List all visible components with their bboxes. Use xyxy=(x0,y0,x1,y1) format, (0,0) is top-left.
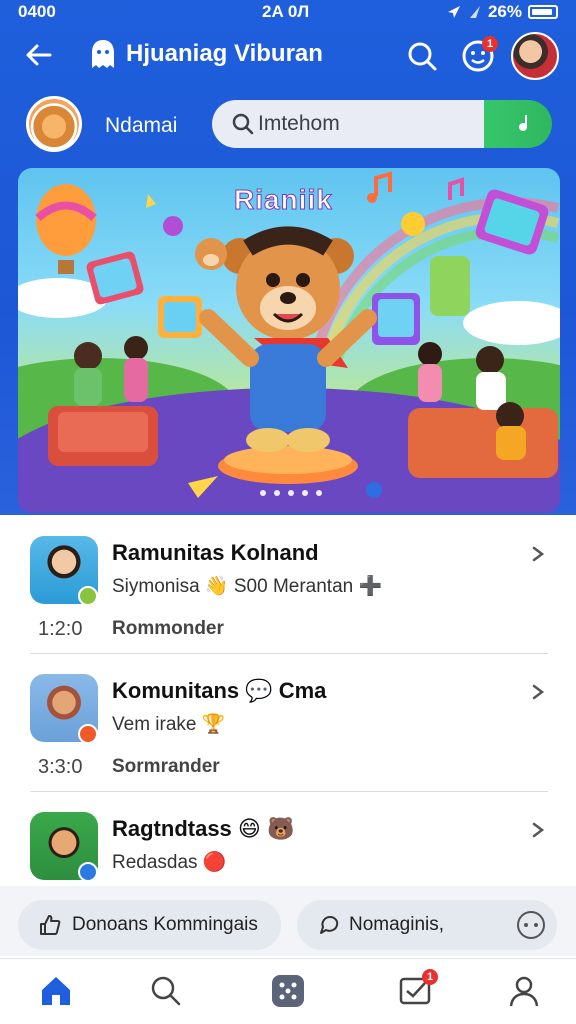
location-icon xyxy=(447,6,460,18)
games-icon[interactable] xyxy=(270,973,306,1009)
back-arrow-icon[interactable] xyxy=(22,38,56,72)
notification-badge: 1 xyxy=(482,36,498,52)
page-title: Hjuaniag Viburan xyxy=(126,40,323,67)
item-status: Rommonder xyxy=(112,618,224,639)
item-status: Sormrander xyxy=(112,756,220,777)
search-icon xyxy=(232,113,254,135)
battery-icon xyxy=(528,5,558,19)
item-subtitle: Redasdas 🔴 xyxy=(112,852,227,873)
banner-title: Rianiik xyxy=(234,184,333,216)
item-subtitle: Siymonisa 👋 S00 Merantan ➕ xyxy=(112,576,383,597)
list-item[interactable]: Ramunitas Kolnand Siymonisa 👋 S00 Merant… xyxy=(0,516,576,654)
more-options-button[interactable] xyxy=(517,911,545,939)
chevron-right-icon[interactable] xyxy=(528,682,548,702)
search-bar[interactable]: Imtehom xyxy=(212,100,552,148)
messages-tab[interactable]: 1 xyxy=(398,969,438,1009)
status-bar: 0400 2A 0Л 26% xyxy=(0,0,576,24)
item-subtitle: Vem irake 🏆 xyxy=(112,714,226,735)
item-status-dot xyxy=(78,724,98,744)
comment-button[interactable]: Nomaginis, xyxy=(297,900,557,950)
status-center: 2A 0Л xyxy=(262,2,310,21)
carousel-dot[interactable] xyxy=(302,490,308,496)
more-dots-icon xyxy=(524,923,538,927)
messages-badge: 1 xyxy=(422,969,438,985)
banner-illustration xyxy=(18,171,560,513)
music-note-icon[interactable] xyxy=(512,112,536,136)
community-list: Ramunitas Kolnand Siymonisa 👋 S00 Merant… xyxy=(0,516,576,892)
profile-avatar[interactable] xyxy=(26,96,82,152)
item-time: 1:2:0 xyxy=(38,618,83,640)
item-status-dot xyxy=(78,862,98,882)
search-input[interactable]: Imtehom xyxy=(258,112,340,136)
chevron-right-icon[interactable] xyxy=(528,820,548,840)
profile-row: Ndamai Imtehom xyxy=(0,92,576,156)
profile-icon[interactable] xyxy=(506,973,542,1009)
top-header-area: 0400 2A 0Л 26% Hjuaniag Viburan 1 Ndamai… xyxy=(0,0,576,515)
bottom-tab-bar: 1 xyxy=(0,958,576,1024)
carousel-dots[interactable] xyxy=(260,490,322,496)
user-avatar[interactable] xyxy=(511,32,559,80)
chevron-right-icon[interactable] xyxy=(528,544,548,564)
carousel-dot[interactable] xyxy=(274,490,280,496)
comment-icon xyxy=(320,916,339,934)
item-time: 3:3:0 xyxy=(38,756,83,778)
status-time: 0400 xyxy=(18,2,56,21)
navbar: Hjuaniag Viburan 1 xyxy=(0,30,576,80)
list-item[interactable]: Komunitans 💬 Cma Vem irake 🏆 3:3:0 Sormr… xyxy=(0,654,576,792)
item-status-dot xyxy=(78,586,98,606)
signal-icon xyxy=(469,6,480,18)
list-item[interactable]: Ragtndtass 😄 🐻 Redasdas 🔴 xyxy=(0,792,576,892)
item-name: Komunitans 💬 Cma xyxy=(112,678,327,703)
like-button[interactable]: Donoans Kommingais xyxy=(18,900,281,950)
comment-label: Nomaginis, xyxy=(349,914,445,935)
item-name: Ramunitas Kolnand xyxy=(112,540,319,565)
like-label: Donoans Kommingais xyxy=(72,914,258,935)
action-bar: Donoans Kommingais Nomaginis, xyxy=(0,886,576,956)
notifications-button[interactable]: 1 xyxy=(460,36,498,74)
item-name: Ragtndtass 😄 🐻 xyxy=(112,816,295,841)
search-icon[interactable] xyxy=(404,38,440,74)
featured-banner[interactable]: Rianiik xyxy=(18,168,560,513)
search-icon[interactable] xyxy=(148,973,184,1009)
carousel-dot[interactable] xyxy=(316,490,322,496)
status-right: 26% xyxy=(446,2,558,22)
home-icon[interactable] xyxy=(38,973,74,1009)
app-logo-icon xyxy=(92,40,114,68)
battery-percent: 26% xyxy=(487,2,522,21)
carousel-dot[interactable] xyxy=(260,490,266,496)
thumbs-up-icon xyxy=(40,915,61,935)
profile-name: Ndamai xyxy=(105,114,178,137)
carousel-dot[interactable] xyxy=(288,490,294,496)
